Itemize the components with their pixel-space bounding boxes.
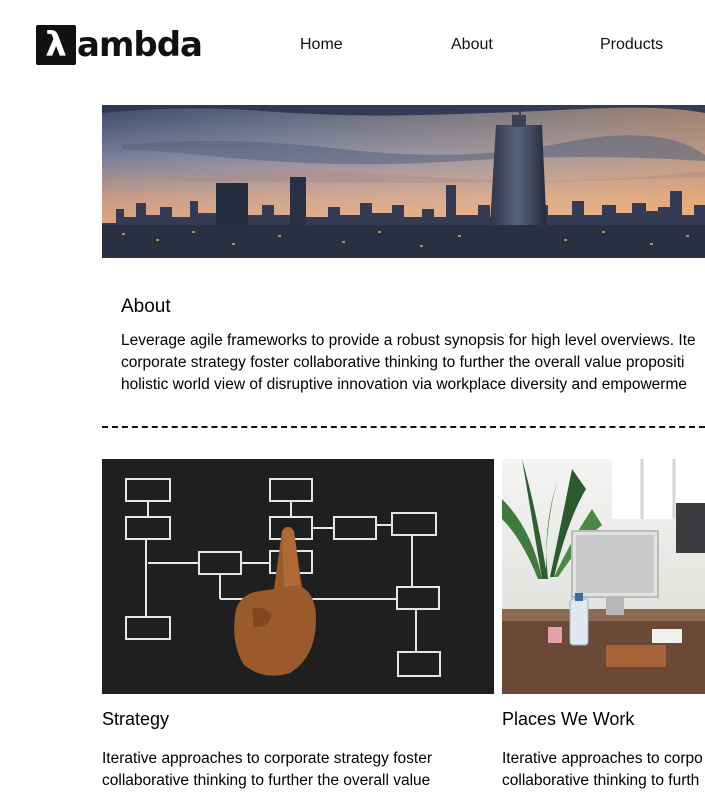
strategy-card-title: Strategy xyxy=(102,709,170,729)
logo[interactable]: λ ambda xyxy=(36,25,203,65)
card-text-line: collaborative thinking to further the ov… xyxy=(102,772,431,789)
card-text-line: Iterative approaches to corporate strate… xyxy=(102,750,432,767)
logo-text: ambda xyxy=(77,25,203,65)
about-paragraph-line: holistic world view of disruptive innova… xyxy=(121,376,687,393)
hero-city-skyline-image xyxy=(102,105,705,258)
strategy-flowchart-image xyxy=(102,459,494,694)
nav-home-link[interactable]: Home xyxy=(300,35,343,55)
about-heading: About xyxy=(121,296,171,317)
about-paragraph-line: corporate strategy foster collaborative … xyxy=(121,354,685,371)
strategy-card-text: Iterative approaches to corporate strate… xyxy=(102,748,494,792)
card-text-line: collaborative thinking to furth xyxy=(502,772,700,789)
about-paragraph-line: Leverage agile frameworks to provide a r… xyxy=(121,332,696,349)
places-we-work-card-text: Iterative approaches to corpo collaborat… xyxy=(502,748,705,792)
nav-products-link[interactable]: Products xyxy=(600,35,663,55)
about-paragraph: Leverage agile frameworks to provide a r… xyxy=(121,330,705,396)
nav-about-link[interactable]: About xyxy=(451,35,493,55)
card-text-line: Iterative approaches to corpo xyxy=(502,750,703,767)
office-workspace-image xyxy=(502,459,705,694)
lambda-logo-icon: λ xyxy=(36,25,76,65)
section-divider xyxy=(102,426,705,428)
places-we-work-card-title: Places We Work xyxy=(502,709,635,729)
